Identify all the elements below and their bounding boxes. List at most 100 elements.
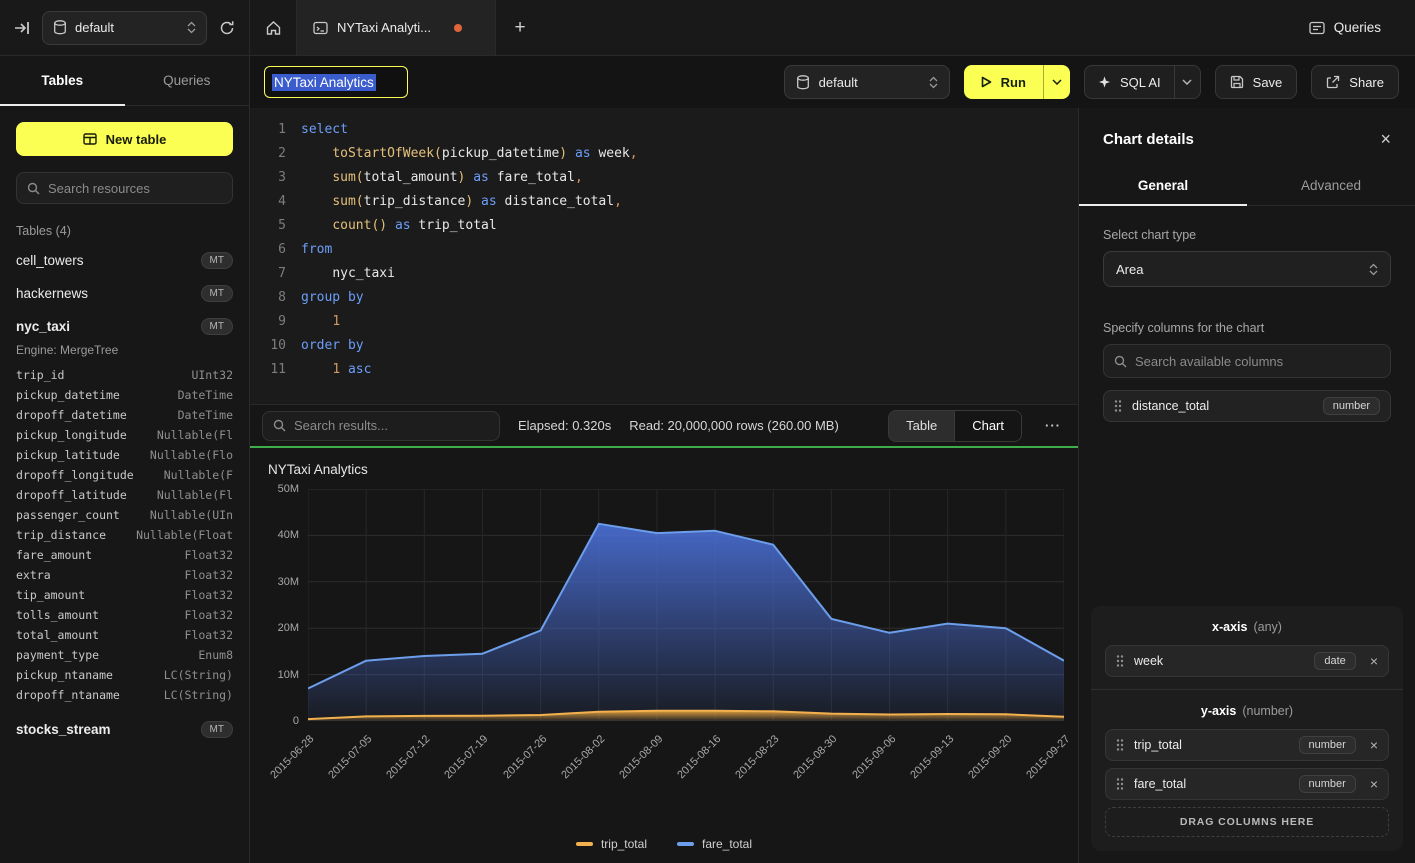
column-row-extra[interactable]: extraFloat32 [0,565,249,585]
code-line[interactable]: 8group by [250,286,1078,310]
columns-search-input[interactable] [1135,354,1380,369]
drag-handle-icon[interactable] [1114,399,1122,413]
column-row-pickup_ntaname[interactable]: pickup_ntanameLC(String) [0,665,249,685]
sql-editor[interactable]: 1select2 toStartOfWeek(pickup_datetime) … [250,108,1078,404]
code-line[interactable]: 11 1 asc [250,358,1078,382]
chart-plot-area[interactable]: 2015-06-282015-07-052015-07-122015-07-19… [308,489,1064,835]
resource-search-input[interactable] [48,181,222,196]
remove-icon[interactable]: × [1370,738,1378,752]
save-button[interactable]: Save [1215,65,1298,99]
column-row-tip_amount[interactable]: tip_amountFloat32 [0,585,249,605]
query-database-selector[interactable]: default [784,65,950,99]
code-line[interactable]: 6from [250,238,1078,262]
refresh-icon[interactable] [219,20,235,36]
code-line[interactable]: 7 nyc_taxi [250,262,1078,286]
new-tab-button[interactable]: + [496,0,544,55]
run-button[interactable]: Run [964,65,1043,99]
line-number: 10 [250,334,286,358]
table-row-stocks-stream[interactable]: stocks_stream MT [0,713,249,746]
code-text: sum(trip_distance) as distance_total, [286,190,622,214]
remove-icon[interactable]: × [1370,777,1378,791]
chevron-up-down-icon [187,21,196,34]
code-line[interactable]: 5 count() as trip_total [250,214,1078,238]
x-tick-label: 2015-07-12 [385,733,433,781]
chart-type-select[interactable]: Area [1103,251,1391,287]
table-row-cell-towers[interactable]: cell_towers MT [0,244,249,277]
engine-label: Engine: MergeTree [0,343,249,365]
drag-handle-icon[interactable] [1116,777,1124,791]
column-chip-fare_total[interactable]: fare_totalnumber× [1105,768,1389,800]
code-line[interactable]: 3 sum(total_amount) as fare_total, [250,166,1078,190]
column-row-pickup_latitude[interactable]: pickup_latitudeNullable(Flo [0,445,249,465]
toggle-table-view[interactable]: Table [889,411,954,441]
sql-ai-button[interactable]: SQL AI [1085,66,1174,98]
drop-zone[interactable]: DRAG COLUMNS HERE [1105,807,1389,837]
code-line[interactable]: 4 sum(trip_distance) as distance_total, [250,190,1078,214]
column-row-dropoff_ntaname[interactable]: dropoff_ntanameLC(String) [0,685,249,705]
sidebar-collapse-icon[interactable] [14,21,30,35]
column-row-trip_id[interactable]: trip_idUInt32 [0,365,249,385]
column-row-dropoff_latitude[interactable]: dropoff_latitudeNullable(Fl [0,485,249,505]
panel-title: Chart details [1103,131,1194,148]
column-row-dropoff_longitude[interactable]: dropoff_longitudeNullable(F [0,465,249,485]
column-row-passenger_count[interactable]: passenger_countNullable(UIn [0,505,249,525]
code-token [301,266,332,281]
queries-button[interactable]: Queries [1297,12,1393,43]
results-search-input[interactable] [294,418,489,433]
query-title-selected-text: NYTaxi Analytics [272,74,376,91]
sql-ai-options-button[interactable] [1174,66,1200,98]
new-table-button-label: New table [106,132,167,147]
code-line[interactable]: 1select [250,118,1078,142]
code-line[interactable]: 10order by [250,334,1078,358]
x-tick-label: 2015-09-13 [908,733,956,781]
column-row-trip_distance[interactable]: trip_distanceNullable(Float [0,525,249,545]
home-tab[interactable] [250,0,296,55]
table-name: cell_towers [16,253,84,268]
query-title-input[interactable]: NYTaxi Analytics [264,66,408,98]
share-button[interactable]: Share [1311,65,1399,99]
run-options-button[interactable] [1043,65,1070,99]
code-token: toStartOfWeek( [332,146,442,161]
more-options-icon[interactable]: ··· [1040,418,1066,433]
column-chip-week[interactable]: weekdate× [1105,645,1389,677]
column-row-pickup_longitude[interactable]: pickup_longitudeNullable(Fl [0,425,249,445]
tab-tables[interactable]: Tables [0,56,125,105]
column-row-payment_type[interactable]: payment_typeEnum8 [0,645,249,665]
tab-queries[interactable]: Queries [125,56,250,105]
column-row-total_amount[interactable]: total_amountFloat32 [0,625,249,645]
legend-item-trip_total[interactable]: trip_total [576,837,647,851]
view-toggle: Table Chart [888,410,1022,442]
x-tick-label: 2015-07-26 [501,733,549,781]
toggle-chart-view[interactable]: Chart [954,411,1021,441]
drag-handle-icon[interactable] [1116,738,1124,752]
code-text: count() as trip_total [286,214,497,238]
code-token [301,362,332,377]
query-tab[interactable]: NYTaxi Analyti... [296,0,496,55]
table-row-nyc-taxi[interactable]: nyc_taxi MT [0,310,249,343]
legend-item-fare_total[interactable]: fare_total [677,837,752,851]
column-row-fare_amount[interactable]: fare_amountFloat32 [0,545,249,565]
search-icon [27,182,40,195]
column-chip-trip_total[interactable]: trip_totalnumber× [1105,729,1389,761]
new-table-button[interactable]: New table [16,122,233,156]
close-icon[interactable]: × [1380,130,1391,148]
y-tick-label: 40M [278,529,299,541]
column-name: tolls_amount [16,608,99,622]
drag-handle-icon[interactable] [1116,654,1124,668]
column-row-dropoff_datetime[interactable]: dropoff_datetimeDateTime [0,405,249,425]
tab-general[interactable]: General [1079,166,1247,205]
column-row-tolls_amount[interactable]: tolls_amountFloat32 [0,605,249,625]
code-line[interactable]: 2 toStartOfWeek(pickup_datetime) as week… [250,142,1078,166]
remove-icon[interactable]: × [1370,654,1378,668]
chart-x-axis: 2015-06-282015-07-052015-07-122015-07-19… [308,723,1064,785]
query-tab-title: NYTaxi Analyti... [337,20,431,35]
results-search [262,411,500,441]
database-selector[interactable]: default [42,11,207,45]
column-chip-distance_total[interactable]: distance_totalnumber [1103,390,1391,422]
tab-advanced[interactable]: Advanced [1247,166,1415,205]
unsaved-dot-icon [454,24,462,32]
code-token [473,194,481,209]
table-row-hackernews[interactable]: hackernews MT [0,277,249,310]
code-line[interactable]: 9 1 [250,310,1078,334]
column-row-pickup_datetime[interactable]: pickup_datetimeDateTime [0,385,249,405]
